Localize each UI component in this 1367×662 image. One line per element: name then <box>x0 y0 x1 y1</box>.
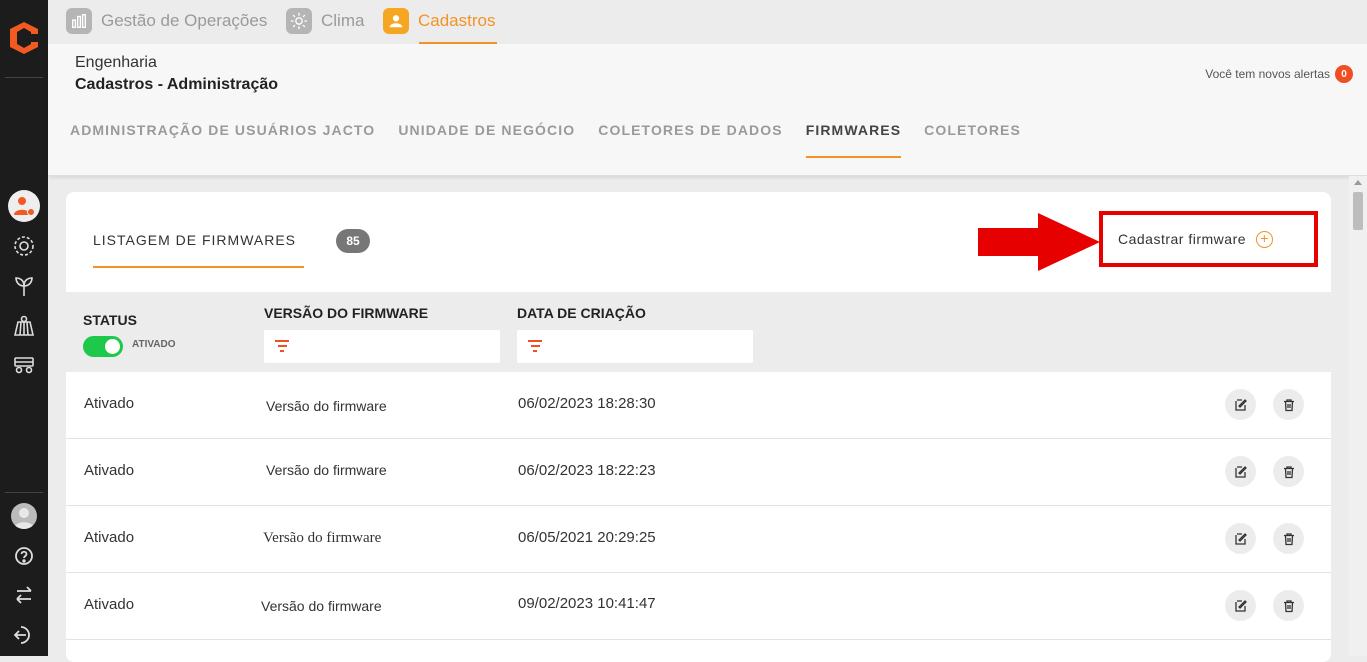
edit-icon <box>1234 532 1247 545</box>
edit-icon <box>1234 465 1247 478</box>
plant-icon[interactable] <box>10 272 38 300</box>
alerts-count-badge: 0 <box>1335 65 1353 83</box>
col-date: DATA DE CRIAÇÃO <box>517 305 646 321</box>
cell-version: Versão do firmware <box>261 598 382 614</box>
page-header: Engenharia Cadastros - Administração Voc… <box>48 44 1367 176</box>
cell-version: Versão do firmware <box>266 398 387 414</box>
logout-icon[interactable] <box>10 621 38 649</box>
tab-label: Gestão de Operações <box>101 11 268 30</box>
cell-date: 09/02/2023 10:41:47 <box>518 595 656 612</box>
add-button-label: Cadastrar firmware <box>1118 231 1247 247</box>
sidebar-divider <box>5 77 43 78</box>
list-tab-indicator <box>93 266 304 268</box>
plus-circle-icon: + <box>1256 230 1274 248</box>
delete-button[interactable] <box>1273 523 1304 554</box>
cell-version: Versão do firmware <box>266 462 387 478</box>
edit-icon <box>1234 398 1247 411</box>
table-row: Ativado Versão do firmware 06/05/2021 20… <box>66 506 1331 573</box>
table-row: Ativado Versão do firmware 06/02/2023 18… <box>66 439 1331 506</box>
firmware-count-badge: 85 <box>336 229 370 253</box>
cell-status: Ativado <box>84 529 135 546</box>
tab-label: Cadastros <box>418 11 496 30</box>
table-row: Ativado Versão do firmware 06/02/2023 18… <box>66 372 1331 439</box>
delete-button[interactable] <box>1273 456 1304 487</box>
gear-icon[interactable] <box>10 232 38 260</box>
status-toggle-label: ATIVADO <box>132 339 176 350</box>
sun-icon <box>286 8 312 34</box>
subnav-firmwares[interactable]: FIRMWARES <box>805 122 902 158</box>
trash-icon <box>1283 599 1294 612</box>
edit-button[interactable] <box>1225 590 1256 621</box>
version-filter-input[interactable] <box>264 330 500 363</box>
firmware-list-card: LISTAGEM DE FIRMWARES 85 Cadastrar firmw… <box>66 192 1331 662</box>
tab-clima[interactable]: Clima <box>286 8 364 44</box>
alerts-text: Você tem novos alertas <box>1205 67 1330 81</box>
delete-button[interactable] <box>1273 590 1304 621</box>
trash-icon <box>1283 532 1294 545</box>
user-settings-icon[interactable] <box>8 190 40 222</box>
tab-label: Clima <box>321 11 365 30</box>
tab-listagem-firmwares[interactable]: LISTAGEM DE FIRMWARES <box>93 232 296 248</box>
red-arrow-annotation <box>978 213 1100 271</box>
scroll-thumb[interactable] <box>1353 192 1363 230</box>
chart-icon <box>66 8 92 34</box>
delete-button[interactable] <box>1273 389 1304 420</box>
sub-navigation: ADMINISTRAÇÃO DE USUÁRIOS JACTO UNIDADE … <box>70 122 1044 158</box>
avatar[interactable] <box>11 503 37 529</box>
tab-gestao-operacoes[interactable]: Gestão de Operações <box>66 8 267 44</box>
jacto-logo[interactable] <box>7 20 41 56</box>
edit-icon <box>1234 599 1247 612</box>
cadastrar-firmware-button[interactable]: Cadastrar firmware + <box>1099 211 1318 267</box>
table-header: STATUS ATIVADO VERSÃO DO FIRMWARE DATA D… <box>66 292 1331 372</box>
filter-icon <box>527 340 543 354</box>
edit-button[interactable] <box>1225 456 1256 487</box>
cell-version: Versão do firmware <box>263 530 382 546</box>
subnav-coletores-dados[interactable]: COLETORES DE DADOS <box>598 122 782 158</box>
trash-icon <box>1283 398 1294 411</box>
cell-status: Ativado <box>84 395 135 412</box>
user-icon <box>383 8 409 34</box>
date-filter-input[interactable] <box>517 330 753 363</box>
cell-status: Ativado <box>84 596 135 613</box>
top-module-bar: Gestão de Operações Clima Cadastros <box>48 0 1367 44</box>
switch-icon[interactable] <box>10 581 38 609</box>
field-icon[interactable] <box>10 312 38 340</box>
edit-button[interactable] <box>1225 523 1256 554</box>
tab-cadastros[interactable]: Cadastros <box>383 8 495 44</box>
scroll-up-icon[interactable] <box>1354 180 1362 185</box>
status-toggle[interactable] <box>83 336 123 357</box>
trash-icon <box>1283 465 1294 478</box>
breadcrumb-parent: Engenharia <box>75 54 157 71</box>
sidebar <box>0 0 48 656</box>
cell-date: 06/02/2023 18:28:30 <box>518 395 656 412</box>
cell-status: Ativado <box>84 462 135 479</box>
subnav-unidade-negocio[interactable]: UNIDADE DE NEGÓCIO <box>398 122 575 158</box>
filter-icon <box>274 340 290 354</box>
subnav-coletores[interactable]: COLETORES <box>924 122 1021 158</box>
machine-icon[interactable] <box>10 350 38 378</box>
table-row: Ativado Versão do firmware 09/02/2023 10… <box>66 573 1331 640</box>
col-version: VERSÃO DO FIRMWARE <box>264 305 429 321</box>
page-title: Cadastros - Administração <box>75 76 279 93</box>
help-icon[interactable] <box>10 542 38 570</box>
col-status: STATUS <box>83 312 137 328</box>
cell-date: 06/02/2023 18:22:23 <box>518 462 656 479</box>
sidebar-divider <box>5 492 43 493</box>
edit-button[interactable] <box>1225 389 1256 420</box>
cell-date: 06/05/2021 20:29:25 <box>518 529 656 546</box>
page-scrollbar[interactable] <box>1349 176 1367 656</box>
subnav-admin-usuarios[interactable]: ADMINISTRAÇÃO DE USUÁRIOS JACTO <box>70 122 375 158</box>
alerts-notice[interactable]: Você tem novos alertas 0 <box>1205 65 1353 83</box>
